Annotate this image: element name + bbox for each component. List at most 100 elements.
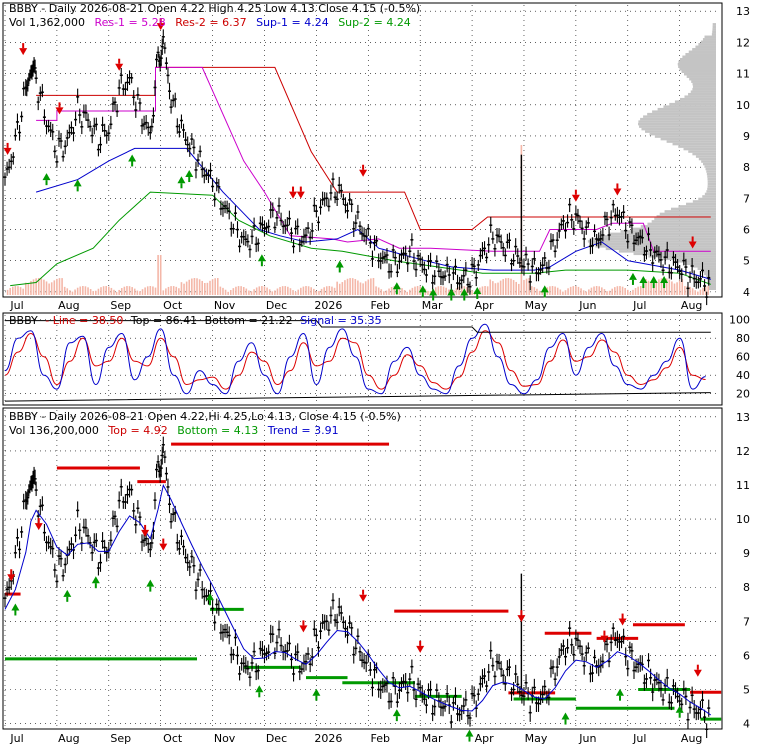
x-tick-label: Jul [632,299,646,312]
y-tick-label: 13 [736,5,750,18]
y-tick-label: 8 [743,161,750,174]
panel2-legend: BBBY - Line = 38.50 Top = 86.41 Bottom =… [9,314,382,327]
volume-profile-bar [702,38,716,41]
signal-arrows [3,18,697,301]
y-tick-label: 5 [743,684,750,697]
up-arrow [177,176,186,184]
volume-profile-bar [681,70,716,73]
x-tick-label: Aug [58,299,79,312]
chart-svg: 4 5 6 7 8 9 10 11 12 13 20 40 60 80 100 4 5 6 7 8 9 10 11 12 1… [2,2,750,745]
down-arrow [416,645,425,653]
volume-profile-bar [677,63,716,66]
volume-profile-bar [692,82,716,86]
x-tick-label: Oct [163,732,183,745]
y-tick-label: 4 [743,286,750,299]
panel3-y-axis: 4 5 6 7 8 9 10 11 12 13 [736,411,750,731]
volume-profile-bar [678,145,716,148]
legend-line: - [45,314,52,327]
up-arrow [628,272,637,280]
panel1-grid [4,5,716,295]
up-arrow [392,709,401,717]
panel2-title: BBBY [9,314,38,327]
legend-top: Top = 86.41 [130,314,197,327]
volume-profile-bar [707,180,716,183]
up-arrow [392,282,401,290]
x-tick-label: Dec [266,732,287,745]
down-arrow [19,48,28,56]
volume-profile-bar [686,75,716,78]
legend-sup2: Sup-2 = 4.24 [338,16,411,29]
down-arrow [618,618,627,626]
up-arrow [649,276,658,284]
x-tick-label: Apr [475,299,495,312]
volume-profile-bar [639,125,716,128]
up-arrow [675,705,684,713]
volume-profile-bar [707,177,716,181]
volume-profile-bar [666,140,716,143]
volume-profile-bar [692,152,716,156]
x-tick-label: May [525,732,548,745]
y-tick-label: 9 [743,130,750,143]
volume-profile-bar [631,227,716,231]
x-tick-label: 2026 [314,732,342,745]
down-arrow [3,147,12,155]
down-arrow [289,191,298,199]
y-tick-label: 7 [743,192,750,205]
volume-profile-bar [712,25,716,29]
down-arrow [7,574,16,582]
down-arrow [159,543,168,551]
volume-profile-bar [712,23,716,26]
up-arrow [63,589,72,597]
x-tick-label: Oct [163,299,183,312]
panel1-y-axis: 4 5 6 7 8 9 10 11 12 13 [736,5,750,299]
trend-line [4,483,712,716]
volume-profile-bar [705,167,716,171]
volume-profile-bar [704,272,716,276]
volume-profile-bar [663,105,716,108]
volume-profile-bar [692,48,716,51]
y-tick-label: 12 [736,445,750,458]
y-tick-label: 8 [743,581,750,594]
volume-profile-bar [700,40,716,44]
volume-profile-bar [638,120,716,123]
volume-profile-bar [692,87,716,91]
sup1-line [35,147,711,280]
volume-profile-bar [682,55,716,59]
y-tick-label: 12 [736,36,750,49]
volume-profile-bar [701,160,716,163]
volume-profile-bar [692,85,716,88]
volume-profile-bar [672,142,716,146]
volume-profile-bar [647,222,716,226]
volume-profile-bar [698,197,716,201]
volume-profile-bar [688,150,716,153]
y-tick-label: 5 [743,255,750,268]
volume-profile-bar [707,187,716,191]
volume-profile-bar [690,90,716,93]
price-series-lower [3,436,712,739]
down-arrow [359,594,368,602]
volume-profile-bar [645,130,716,133]
volume-profile-bar [674,260,716,263]
volume-profile-bar [707,185,716,188]
up-arrow [335,260,344,268]
volume-profile-bar [684,262,716,266]
x-tick-label: Jul [632,732,646,745]
y-tick-label: 20 [736,388,750,401]
x-tick-label: Jul [9,299,23,312]
up-arrow [42,173,51,181]
volume-profile-bar [647,112,716,116]
x-tick-label: Aug [681,732,702,745]
y-tick-label: 10 [736,99,750,112]
volume-profile-bar [688,92,716,96]
up-arrow [561,712,570,720]
x-tick-label: Sep [110,299,131,312]
volume-bars [6,145,710,295]
panel3-volume: Vol 136,200,000 [9,424,99,437]
volume-profile-bar [669,102,716,106]
panel3-grid [4,410,716,727]
x-tick-label: Feb [371,732,390,745]
volume-profile-bar [686,202,716,206]
x-tick-label: Feb [371,299,390,312]
volume-profile-bar [652,110,716,113]
stoch-signal-line [4,330,706,390]
